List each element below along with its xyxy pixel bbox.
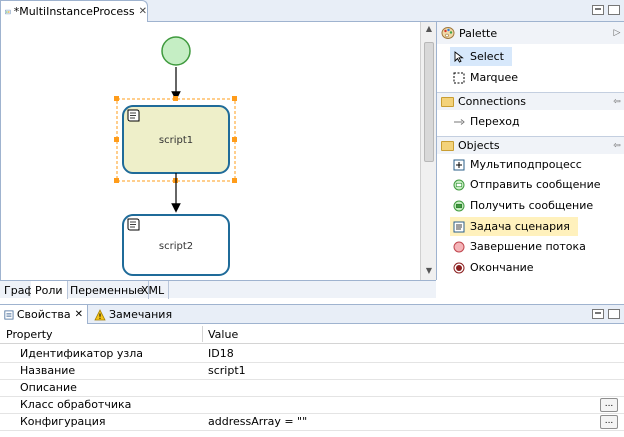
canvas-vertical-scrollbar[interactable]: ▲ ▼ [420,22,436,280]
scrollbar-thumb[interactable] [424,42,434,162]
properties-icon [4,309,14,320]
palette-item-label: Отправить сообщение [470,178,601,191]
page-tab-label: Граф [4,284,34,297]
diagram-canvas[interactable]: script1 script2 [0,22,436,280]
properties-table: Property Value Идентификатор узла ID18 Н… [0,324,624,437]
tab-properties[interactable]: Свойства ✕ [0,305,88,324]
process-file-icon [5,9,11,14]
close-tab-icon[interactable]: ✕ [75,309,83,320]
palette-drawer-objects[interactable]: Objects ⇦ [437,136,624,154]
marquee-icon [453,72,465,84]
editor-tab-bar: *MultiInstanceProcess ✕ [0,0,624,22]
palette-item-send-message[interactable]: Отправить сообщение [450,175,609,194]
property-row-handler-class[interactable]: Класс обработчика ... [0,397,624,414]
palette-tool-marquee[interactable]: Marquee [450,68,526,87]
palette-item-label: Завершение потока [470,240,586,253]
property-row-configuration[interactable]: Конфигурация addressArray = "" ... [0,414,624,431]
drawer-collapse-icon[interactable]: ⇦ [609,141,624,151]
palette-item-label: Задача сценария [470,220,570,233]
property-row-description[interactable]: Описание [0,380,624,397]
property-name: Идентификатор узла [20,347,144,360]
warning-icon [94,308,106,320]
palette-item-label: Переход [470,115,520,128]
palette-item-script-task[interactable]: Задача сценария [450,217,578,236]
close-tab-icon[interactable]: ✕ [139,6,147,17]
editor-tab[interactable]: *MultiInstanceProcess ✕ [0,0,148,22]
palette-title: Palette [459,26,498,40]
drawer-title: Objects [458,139,500,152]
property-name: Конфигурация [20,415,106,428]
palette-item-transition[interactable]: Переход [450,112,528,131]
editor-tab-title: *MultiInstanceProcess [13,5,135,18]
script-task-icon [127,109,140,122]
property-row-name[interactable]: Название script1 [0,363,624,380]
palette-drawer-connections[interactable]: Connections ⇦ [437,92,624,110]
palette-tool-label: Marquee [470,71,519,84]
receive-message-icon [453,200,465,212]
tab-label: Замечания [109,308,173,321]
script-task-icon [453,221,465,233]
column-separator[interactable] [202,326,203,342]
start-event[interactable] [161,36,191,66]
scroll-up-icon[interactable]: ▲ [424,24,434,33]
page-tab-label: Переменные [70,284,144,297]
properties-view-tabs: Свойства ✕ Замечания [0,304,624,324]
property-value[interactable]: script1 [208,364,246,377]
drawer-collapse-icon[interactable]: ⇦ [609,97,624,107]
property-value[interactable]: addressArray = "" [208,415,307,428]
script2-label: script2 [159,241,193,252]
transition-arrow-icon [453,116,465,128]
palette-item-receive-message[interactable]: Получить сообщение [450,196,601,215]
properties-table-header: Property Value [0,324,624,344]
maximize-editor-button[interactable] [608,5,620,15]
palette-item-end-flow[interactable]: Завершение потока [450,237,594,256]
edit-configuration-button[interactable]: ... [600,415,618,429]
tab-label: Свойства [16,308,71,321]
end-flow-icon [453,241,465,253]
column-header-property[interactable]: Property [6,328,53,341]
tab-problems[interactable]: Замечания [90,305,176,324]
maximize-properties-button[interactable] [608,309,620,319]
palette-item-label: Получить сообщение [470,199,594,212]
palette-header: Palette ▷ [437,22,624,44]
palette-panel: Palette ▷ Select Marquee Connections ⇦ П… [436,22,624,280]
palette-item-multi-subprocess[interactable]: Мультиподпроцесс [450,155,590,174]
property-name: Класс обработчика [20,398,132,411]
property-row-node-id[interactable]: Идентификатор узла ID18 [0,346,624,363]
drawer-title: Connections [458,95,526,108]
page-tab-roles[interactable]: Роли [31,281,68,299]
palette-tool-select[interactable]: Select [450,47,512,66]
minimize-properties-button[interactable] [592,309,604,319]
palette-tool-label: Select [470,50,504,63]
palette-item-end-event[interactable]: Окончание [450,258,542,277]
multi-subprocess-icon [453,159,465,171]
palette-collapse-icon[interactable]: ▷ [609,28,624,38]
palette-item-label: Мультиподпроцесс [470,158,582,171]
editor-page-tabs: Граф Роли Переменные XML [0,280,436,299]
property-name: Описание [20,381,77,394]
end-event-icon [453,262,465,274]
page-tab-label: XML [141,284,165,297]
script-task-icon [127,218,140,231]
page-tab-xml[interactable]: XML [137,281,170,299]
arrow-pointer-icon [453,50,465,63]
minimize-editor-button[interactable] [592,5,604,15]
diagram-svg: script1 script2 [114,36,237,276]
property-name: Название [20,364,76,377]
palette-icon [441,27,455,39]
scroll-down-icon[interactable]: ▼ [424,266,434,275]
property-value[interactable]: ID18 [208,347,234,360]
browse-handler-class-button[interactable]: ... [600,398,618,412]
script1-label: script1 [159,135,193,146]
column-header-value[interactable]: Value [208,328,238,341]
page-tab-label: Роли [35,284,63,297]
send-message-icon [453,179,465,191]
folder-icon [441,96,454,107]
folder-icon [441,140,454,151]
palette-item-label: Окончание [470,261,534,274]
